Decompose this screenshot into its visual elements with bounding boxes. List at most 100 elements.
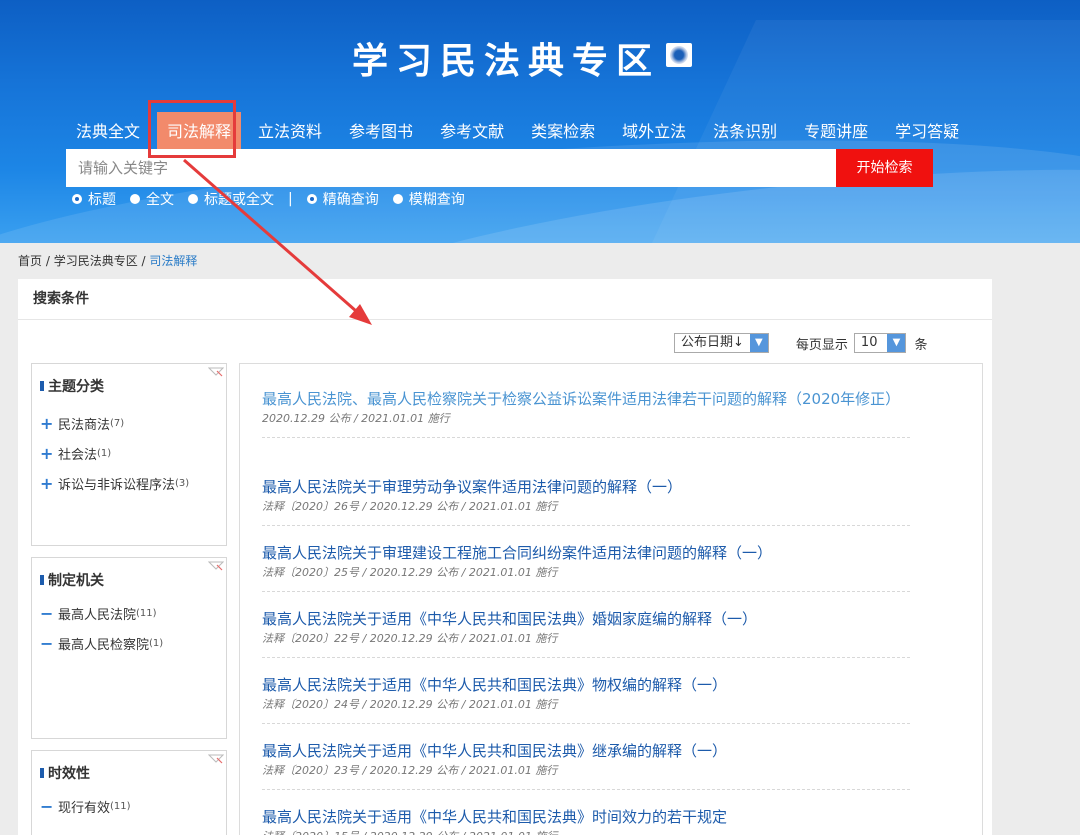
breadcrumb-separator: / [137,254,150,268]
filter-box: 制定机关 − 最高人民法院 (11) − 最高人民检察院 (1) [31,557,227,739]
filter-item-count: (11) [136,607,157,619]
result-meta: 法释〔2020〕25号 / 2020.12.29 公布 / 2021.01.01… [262,566,558,579]
filter-title-label: 时效性 [48,766,90,782]
sort-bar: 公布日期↓ ▼ 每页显示 10 ▼ 条 [674,333,927,353]
filter-box: 时效性 − 现行有效 (11) [31,750,227,835]
nav-item-9[interactable]: 学习答疑 [885,112,969,150]
result-meta: 法释〔2020〕22号 / 2020.12.29 公布 / 2021.01.01… [262,632,558,645]
match-radio-1[interactable]: 模糊查询 [392,189,465,209]
nav-item-5[interactable]: 类案检索 [521,112,605,150]
scope-radio-1[interactable]: 全文 [130,189,174,209]
collapse-icon[interactable]: − [40,604,58,623]
result-title-link[interactable]: 最高人民法院关于适用《中华人民共和国民法典》时间效力的若干规定 [262,806,910,828]
radio-icon [130,194,140,204]
scope-radio-0[interactable]: 标题 [72,189,116,209]
result-meta: 法释〔2020〕26号 / 2020.12.29 公布 / 2021.01.01… [262,500,558,513]
nav-item-2[interactable]: 立法资料 [248,112,332,150]
filter-item-count: (1) [97,447,112,459]
result-meta: 法释〔2020〕24号 / 2020.12.29 公布 / 2021.01.01… [262,698,558,711]
expand-icon[interactable]: + [40,444,58,463]
per-page-label: 每页显示 [795,337,848,353]
site-title: 学习民法典专区 [352,41,661,82]
radio-label: 标题 [88,192,116,208]
filter-item[interactable]: − 最高人民检察院 (1) [32,628,226,658]
collapse-icon[interactable] [208,753,224,765]
search-button[interactable]: 开始检索 [836,149,933,187]
result-item: 最高人民法院、最高人民检察院关于检察公益诉讼案件适用法律若干问题的解释（2020… [262,388,910,438]
result-item: 最高人民法院关于审理劳动争议案件适用法律问题的解释（一） 法释〔2020〕26号 … [262,476,910,526]
collapse-icon[interactable] [208,366,224,378]
filter-title: 制定机关 [32,570,226,590]
breadcrumb-item[interactable]: 司法解释 [149,254,197,268]
filter-item-count: (3) [175,477,190,489]
chevron-down-icon: ▼ [887,334,906,352]
result-title-link[interactable]: 最高人民法院关于适用《中华人民共和国民法典》婚姻家庭编的解释（一） [262,608,910,630]
filter-title: 主题分类 [32,376,226,396]
search-bar: 开始检索 [66,149,933,187]
main-nav: 法典全文 司法解释 立法资料 参考图书 参考文献 类案检索 域外立法 法条识别 专题讲座 学习答疑 [66,112,976,150]
radio-label: 全文 [146,192,174,208]
filter-item-label: 现行有效 [58,800,111,816]
breadcrumb-item[interactable]: 首页 [18,254,42,268]
nav-item-6[interactable]: 域外立法 [612,112,696,150]
result-title-link[interactable]: 最高人民法院关于审理劳动争议案件适用法律问题的解释（一） [262,476,910,498]
result-item: 最高人民法院关于适用《中华人民共和国民法典》时间效力的若干规定法释〔2020〕1… [262,806,910,835]
result-title-link[interactable]: 最高人民法院、最高人民检察院关于检察公益诉讼案件适用法律若干问题的解释（2020… [262,388,910,410]
scope-radio-2[interactable]: 标题或全文 [188,189,274,209]
filter-item-count: (1) [149,637,164,649]
filter-item-label: 民法商法 [58,417,111,433]
result-meta: 法释〔2020〕15号 / 2020.12.29 公布 / 2021.01.01… [262,829,910,835]
result-item: 最高人民法院关于适用《中华人民共和国民法典》婚姻家庭编的解释（一） 法释〔2020… [262,608,910,658]
title-marker-icon [40,381,44,391]
filter-title: 时效性 [32,763,226,783]
emblem-icon [666,43,692,67]
result-title-link[interactable]: 最高人民法院关于审理建设工程施工合同纠纷案件适用法律问题的解释（一） [262,542,910,564]
result-item: 最高人民法院关于适用《中华人民共和国民法典》物权编的解释（一） 法释〔2020〕2… [262,674,910,724]
filter-item[interactable]: − 最高人民法院 (11) [32,598,226,628]
collapse-icon[interactable]: − [40,797,58,816]
result-title-link[interactable]: 最高人民法院关于适用《中华人民共和国民法典》物权编的解释（一） [262,674,910,696]
nav-item-3[interactable]: 参考图书 [339,112,423,150]
nav-item-8[interactable]: 专题讲座 [794,112,878,150]
header-banner: 学习民法典专区 法典全文 司法解释 立法资料 参考图书 参考文献 类案检索 域外立法 法条识别… [0,0,1080,243]
filter-item-label: 社会法 [58,447,98,463]
result-meta: 2020.12.29 公布 / 2021.01.01 施行 [262,412,450,425]
title-marker-icon [40,575,44,585]
filter-item[interactable]: + 社会法 (1) [32,438,226,468]
radio-label: 精确查询 [322,192,379,208]
nav-item-4[interactable]: 参考文献 [430,112,514,150]
radio-icon [392,194,403,204]
filter-item[interactable]: + 诉讼与非诉讼程序法 (3) [32,468,226,498]
radio-icon [188,194,198,204]
breadcrumb: 首页 / 学习民法典专区 / 司法解释 [18,252,197,269]
radio-label: 标题或全文 [204,192,274,208]
results-list: 最高人民法院、最高人民检察院关于检察公益诉讼案件适用法律若干问题的解释（2020… [239,363,983,835]
sort-select-value: 公布日期↓ [681,335,744,350]
search-input[interactable] [66,149,836,187]
filter-title-label: 主题分类 [48,379,104,395]
nav-item-7[interactable]: 法条识别 [703,112,787,150]
collapse-icon[interactable]: − [40,634,58,653]
expand-icon[interactable]: + [40,474,58,493]
per-page-select[interactable]: 10 ▼ [853,333,907,353]
nav-item-0[interactable]: 法典全文 [66,112,150,150]
nav-item-1[interactable]: 司法解释 [157,112,242,150]
result-meta: 法释〔2020〕23号 / 2020.12.29 公布 / 2021.01.01… [262,764,558,777]
per-page-value: 10 [860,335,878,350]
panel-title: 搜索条件 [18,279,992,320]
filter-item[interactable]: − 现行有效 (11) [32,791,226,821]
filter-title-label: 制定机关 [48,573,104,589]
result-title-link[interactable]: 最高人民法院关于适用《中华人民共和国民法典》继承编的解释（一） [262,740,910,762]
filter-box: 主题分类 + 民法商法 (7) + 社会法 (1) + 诉讼与非诉讼程序法 (3) [31,363,227,546]
match-radio-0[interactable]: 精确查询 [306,189,379,209]
per-page-unit: 条 [914,337,928,353]
breadcrumb-separator: / [42,254,54,268]
result-item: 最高人民法院关于审理建设工程施工合同纠纷案件适用法律问题的解释（一） 法释〔202… [262,542,910,592]
radio-icon [306,194,317,204]
breadcrumb-item[interactable]: 学习民法典专区 [54,254,138,268]
filter-item[interactable]: + 民法商法 (7) [32,408,226,438]
sort-select[interactable]: 公布日期↓ ▼ [674,333,769,353]
expand-icon[interactable]: + [40,414,58,433]
collapse-icon[interactable] [208,560,224,572]
filter-item-label: 诉讼与非诉讼程序法 [58,477,176,493]
